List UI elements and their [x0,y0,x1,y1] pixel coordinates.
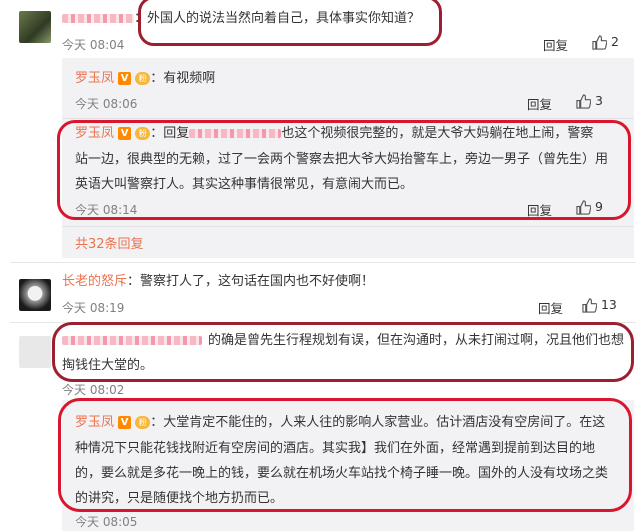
timestamp: 今天 08:02 [62,383,125,397]
avatar[interactable] [19,11,51,43]
highlight-oval [58,398,632,512]
avatar[interactable] [19,336,51,368]
divider [10,262,636,263]
highlight-oval [57,120,631,220]
redacted-username[interactable] [62,14,134,23]
timestamp: 今天 08:19 [62,301,125,315]
divider [62,118,634,119]
like-button[interactable]: 13 [582,297,617,313]
like-count: 3 [594,93,603,108]
highlight-oval [138,0,442,46]
more-replies-link[interactable]: 共32条回复 [75,233,144,252]
like-button[interactable]: 3 [576,93,603,109]
comment-author[interactable]: 长老的怒斥 [62,274,127,289]
reply-text: 罗玉凤 V 粉：有视频啊 [75,71,216,86]
reply-button[interactable]: 回复 [538,298,563,317]
divider [62,226,634,227]
fan-badge-icon: 粉 [135,72,151,85]
more-replies-label[interactable]: 共32条回复 [75,237,144,252]
timestamp: 今天 08:04 [62,38,125,52]
like-button[interactable]: 2 [592,34,619,50]
reply-button[interactable]: 回复 [543,35,568,54]
highlight-oval [52,322,634,382]
thumbs-up-icon [576,94,592,109]
thumbs-up-icon [582,298,598,313]
timestamp: 今天 08:06 [75,97,138,111]
thumbs-up-icon [592,35,608,50]
reply-button[interactable]: 回复 [527,94,552,113]
avatar[interactable] [19,279,51,311]
comment-text: 长老的怒斥：警察打人了，这句话在国内也不好使啊！ [62,274,375,289]
timestamp: 今天 08:05 [75,515,138,529]
like-count: 2 [610,34,619,49]
like-count: 13 [600,297,617,312]
reply-author[interactable]: 罗玉凤 [75,71,114,86]
verified-badge: V [118,72,132,85]
